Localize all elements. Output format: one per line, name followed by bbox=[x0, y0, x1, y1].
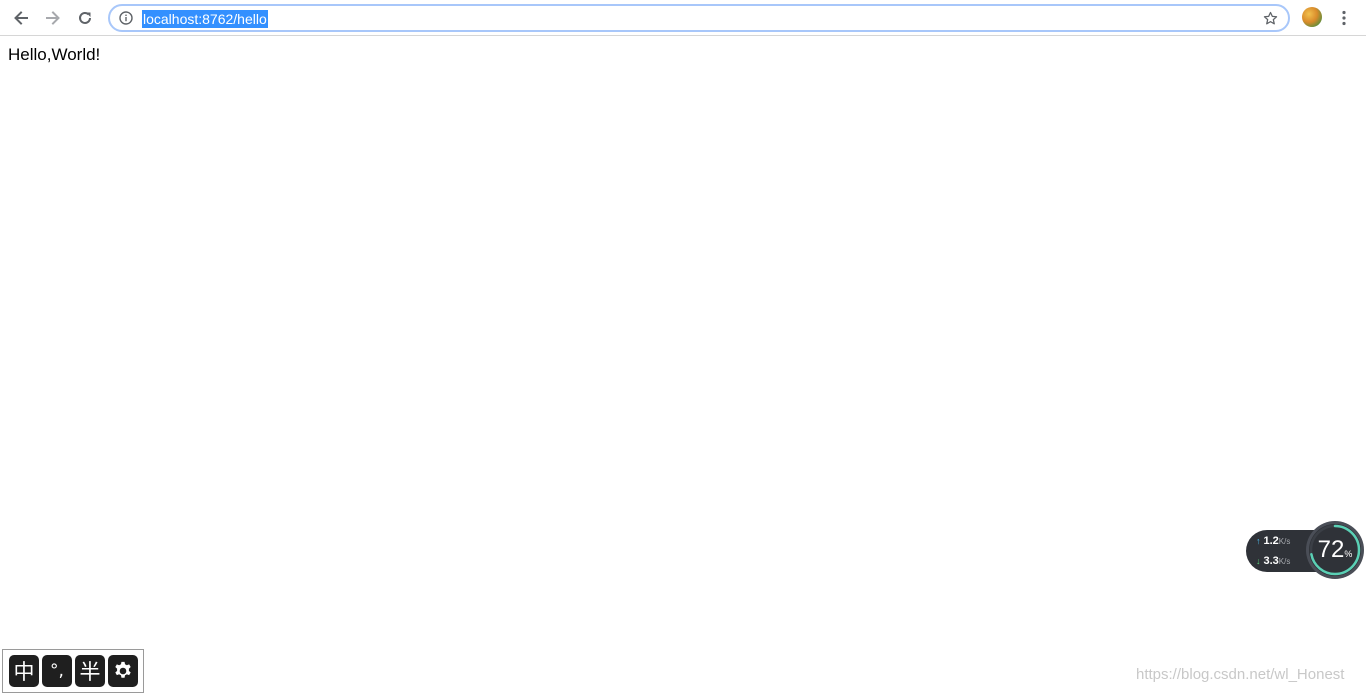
reload-button[interactable] bbox=[72, 5, 98, 31]
ime-toolbar: 中 °, 半 bbox=[2, 649, 144, 693]
upload-speed: ↑ 1.2K/s bbox=[1256, 535, 1290, 547]
browser-toolbar: localhost:8762/hello bbox=[0, 0, 1366, 36]
upload-value: 1.2 bbox=[1263, 535, 1279, 547]
watermark: https://blog.csdn.net/wl_Honest bbox=[1136, 666, 1345, 683]
back-button[interactable] bbox=[8, 5, 34, 31]
forward-button[interactable] bbox=[40, 5, 66, 31]
kebab-menu-icon[interactable] bbox=[1335, 9, 1353, 27]
download-speed: ↓ 3.3K/s bbox=[1256, 555, 1290, 567]
info-icon[interactable] bbox=[119, 11, 133, 25]
download-value: 3.3 bbox=[1263, 555, 1279, 567]
ime-mode-chinese-button[interactable]: 中 bbox=[9, 655, 39, 687]
ime-punctuation-button[interactable]: °, bbox=[42, 655, 72, 687]
download-arrow-icon: ↓ bbox=[1256, 556, 1261, 566]
ime-settings-button[interactable] bbox=[108, 655, 138, 687]
usage-gauge-label: 72% bbox=[1305, 536, 1365, 564]
reload-icon bbox=[79, 11, 91, 24]
ime-width-button[interactable]: 半 bbox=[75, 655, 105, 687]
avatar[interactable] bbox=[1302, 7, 1322, 27]
arrow-right-icon bbox=[46, 11, 60, 25]
url-text[interactable]: localhost:8762/hello bbox=[142, 10, 268, 28]
gauge-unit: % bbox=[1344, 549, 1353, 559]
star-icon[interactable] bbox=[1262, 10, 1279, 27]
download-unit: K/s bbox=[1278, 557, 1291, 566]
gear-icon bbox=[115, 661, 131, 678]
address-bar[interactable]: localhost:8762/hello bbox=[108, 4, 1290, 32]
gauge-value: 72 bbox=[1317, 536, 1345, 563]
upload-unit: K/s bbox=[1278, 537, 1291, 546]
upload-arrow-icon: ↑ bbox=[1256, 536, 1261, 546]
arrow-left-icon bbox=[14, 11, 28, 25]
page-body-text: Hello,World! bbox=[8, 45, 101, 64]
